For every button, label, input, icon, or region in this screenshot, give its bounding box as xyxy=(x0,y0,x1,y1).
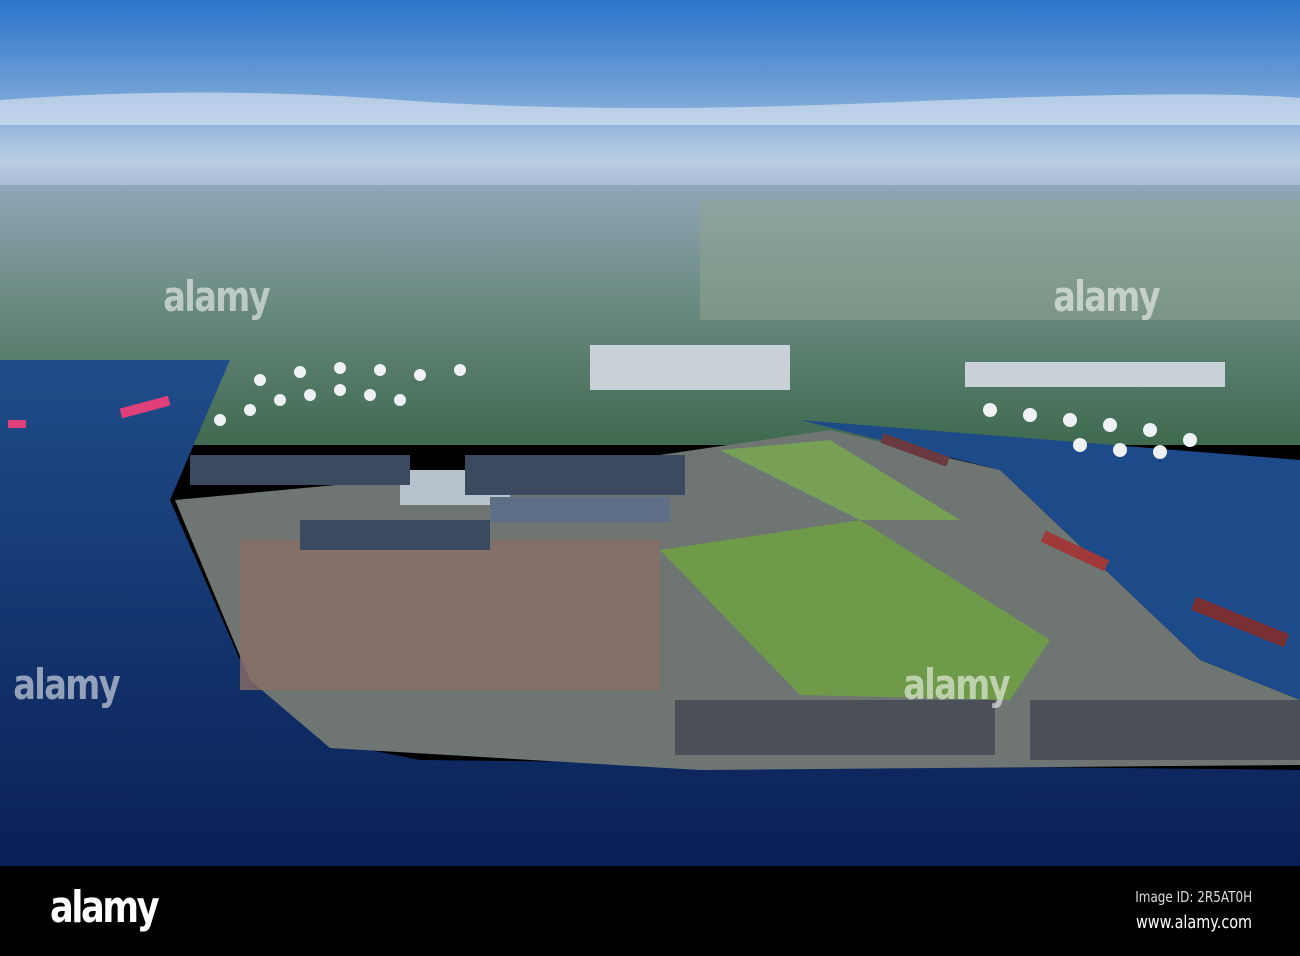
watermark: alamy xyxy=(13,660,120,709)
fields xyxy=(700,200,1300,320)
watermark: alamy xyxy=(163,272,270,321)
aerial-port-photo xyxy=(0,0,1300,866)
watermark: alamy xyxy=(903,660,1010,709)
alamy-logo: alamy xyxy=(50,882,160,933)
image-id: Image ID: 2R5AT0H xyxy=(1135,888,1252,906)
site-url[interactable]: www.alamy.com xyxy=(1136,912,1252,933)
watermark: alamy xyxy=(1053,272,1160,321)
footer-bar: alamy Image ID: 2R5AT0H www.alamy.com xyxy=(0,866,1300,956)
container-yard xyxy=(240,540,660,690)
